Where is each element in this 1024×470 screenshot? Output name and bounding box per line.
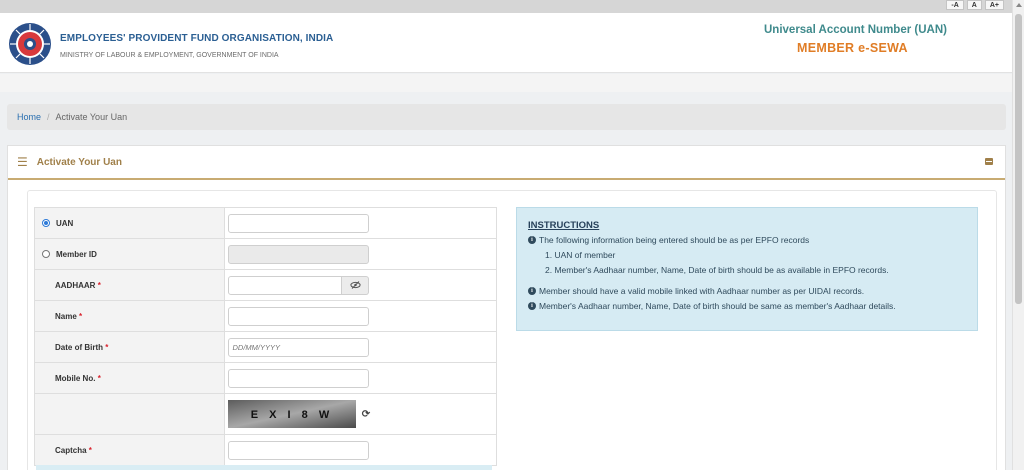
scroll-thumb[interactable] — [1015, 14, 1022, 304]
name-input[interactable] — [228, 306, 370, 326]
captcha-label: Captcha — [55, 445, 87, 455]
dob-label: Date of Birth — [55, 342, 103, 352]
aadhaar-field — [228, 275, 370, 295]
activation-form: UAN Member ID AADHAAR * Name * Date of B… — [33, 207, 497, 466]
uan-label: UAN — [56, 218, 74, 228]
scroll-up-arrow-icon[interactable] — [1016, 3, 1022, 7]
member-id-label: Member ID — [56, 249, 97, 259]
uan-input[interactable] — [228, 213, 370, 233]
required-mark: * — [88, 445, 92, 455]
breadcrumb: Home / Activate Your Uan — [7, 104, 1006, 130]
panel-title: Activate Your Uan — [36, 156, 122, 168]
font-decrease-button[interactable]: -A — [946, 0, 964, 10]
portal-name: MEMBER e-SEWA — [797, 41, 908, 55]
required-mark: * — [97, 280, 101, 290]
required-mark: * — [97, 373, 101, 383]
breadcrumb-current: Activate Your Uan — [55, 112, 128, 122]
instructions-intro: The following information being entered … — [539, 235, 810, 245]
toggle-visibility-button[interactable] — [342, 275, 370, 295]
uan-title: Universal Account Number (UAN) — [764, 24, 947, 36]
required-mark: * — [105, 342, 109, 352]
member-id-radio[interactable] — [42, 250, 50, 259]
captcha-image: E X I 8 W — [228, 400, 357, 428]
mobile-label: Mobile No. — [55, 373, 96, 383]
info-icon: i — [528, 287, 536, 295]
ministry-name: MINISTRY OF LABOUR & EMPLOYMENT, GOVERNM… — [60, 52, 279, 59]
aadhaar-label: AADHAAR — [55, 280, 96, 290]
instructions-title: INSTRUCTIONS — [528, 220, 600, 231]
captcha-input[interactable] — [228, 440, 370, 460]
info-icon: i — [528, 236, 536, 244]
uan-option-cell: UAN — [33, 207, 226, 239]
panel-header: ☰ Activate Your Uan — [8, 146, 1005, 180]
instruction-sub-item: 2. Member's Aadhaar number, Name, Date o… — [545, 265, 889, 275]
org-name: EMPLOYEES' PROVIDENT FUND ORGANISATION, … — [60, 33, 334, 44]
name-label: Name — [55, 311, 77, 321]
instructions-box: INSTRUCTIONS i The following information… — [516, 207, 978, 331]
instruction-note: Member should have a valid mobile linked… — [539, 286, 865, 296]
mobile-input[interactable] — [228, 368, 370, 388]
top-strip: -A A A+ — [0, 0, 1012, 13]
font-increase-button[interactable]: A+ — [984, 0, 1004, 10]
eye-slash-icon — [350, 281, 361, 289]
refresh-captcha-icon[interactable]: ⟳ — [362, 409, 370, 420]
font-size-controls: -A A A+ — [946, 0, 1004, 10]
page-scrollbar[interactable] — [1012, 0, 1024, 470]
dob-input[interactable] — [228, 337, 370, 357]
required-mark: * — [79, 311, 83, 321]
member-id-input[interactable] — [228, 244, 370, 264]
epfo-emblem-icon — [9, 23, 51, 65]
breadcrumb-separator: / — [47, 112, 50, 122]
site-header: EMPLOYEES' PROVIDENT FUND ORGANISATION, … — [0, 13, 1012, 73]
info-strip — [36, 465, 492, 470]
aadhaar-input[interactable] — [228, 275, 343, 295]
font-normal-button[interactable]: A — [966, 0, 982, 10]
nav-band — [0, 74, 1012, 92]
uan-radio[interactable] — [42, 219, 50, 228]
member-id-option-cell: Member ID — [33, 238, 226, 270]
instruction-note: Member's Aadhaar number, Name, Date of b… — [539, 301, 896, 311]
hamburger-icon: ☰ — [17, 155, 28, 169]
breadcrumb-home-link[interactable]: Home — [17, 112, 41, 122]
collapse-icon[interactable] — [985, 158, 993, 165]
instruction-sub-item: 1. UAN of member — [545, 250, 616, 260]
captcha-text: E X I 8 W — [251, 409, 333, 421]
info-icon: i — [528, 302, 536, 310]
